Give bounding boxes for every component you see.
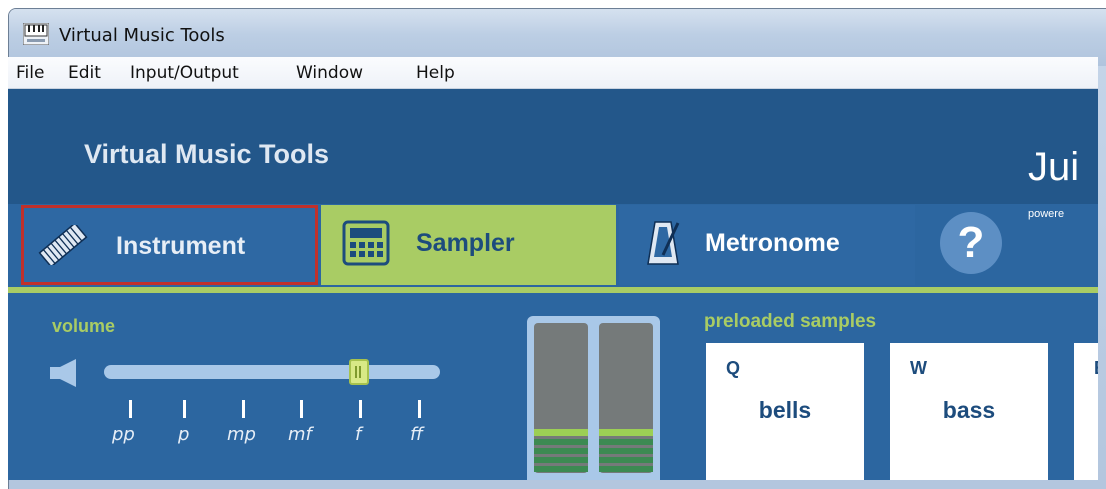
menu-window[interactable]: Window [296, 63, 363, 83]
dynamic-label-pp: pp [112, 424, 135, 445]
tab-underline [8, 287, 1098, 293]
tab-metronome[interactable]: Metronome [619, 205, 915, 285]
meter-segment [534, 466, 588, 472]
meter-segment [599, 466, 653, 472]
sample-pad-e[interactable]: E [1074, 343, 1098, 480]
menu-bar: File Edit Input/Output Window Help [8, 57, 1098, 89]
meter-peak [599, 429, 653, 436]
volume-tick [359, 400, 362, 418]
sample-key: E [1094, 358, 1098, 379]
help-icon: ? [957, 218, 985, 267]
brand-title: Virtual Music Tools [84, 139, 330, 169]
metronome-icon [647, 221, 680, 265]
menu-edit[interactable]: Edit [68, 63, 101, 83]
volume-tick [242, 400, 245, 418]
volume-slider-thumb[interactable] [349, 359, 369, 385]
tab-sampler[interactable]: Sampler [321, 205, 616, 285]
app-content: Virtual Music Tools Jui powere Instrumen… [8, 89, 1098, 480]
tab-instrument-label: Instrument [116, 232, 246, 260]
meter-segment [534, 457, 588, 463]
volume-tick [129, 400, 132, 418]
level-meters [527, 316, 660, 480]
dynamic-label-mp: mp [227, 424, 256, 445]
sample-pad-q[interactable]: Q bells [706, 343, 864, 480]
meter-segment [534, 448, 588, 454]
sample-key: Q [726, 358, 741, 378]
sample-name: bass [942, 397, 996, 423]
menu-input-output[interactable]: Input/Output [130, 63, 239, 83]
sampler-pad-icon [342, 220, 390, 266]
meter-peak [534, 429, 588, 436]
sample-name: bells [758, 397, 812, 423]
partner-tagline: powere [1028, 208, 1065, 220]
help-button[interactable]: ? [940, 212, 1002, 274]
volume-label: volume [52, 316, 116, 336]
sample-pad-w[interactable]: W bass [890, 343, 1048, 480]
meter-segment [599, 439, 653, 445]
speaker-icon[interactable] [50, 359, 86, 387]
sample-key: W [910, 358, 927, 378]
meter-segment [599, 448, 653, 454]
dynamic-label-f: f [355, 424, 362, 445]
tab-metronome-label: Metronome [705, 229, 840, 257]
menu-file[interactable]: File [16, 63, 44, 83]
menu-help[interactable]: Help [416, 63, 455, 83]
volume-tick [418, 400, 421, 418]
meter-right [599, 323, 653, 473]
partner-logo-text: Jui [1028, 145, 1080, 189]
volume-tick [183, 400, 186, 418]
meter-segment [534, 439, 588, 445]
meter-segment [599, 457, 653, 463]
tab-sampler-label: Sampler [416, 229, 515, 257]
meter-left [534, 323, 588, 473]
app-icon [23, 23, 49, 45]
keyboard-icon [38, 225, 88, 265]
dynamic-label-mf: mf [288, 424, 312, 445]
dynamic-label-ff: ff [410, 424, 423, 445]
dynamic-label-p: p [178, 424, 190, 445]
window-title: Virtual Music Tools [59, 25, 225, 46]
volume-tick [300, 400, 303, 418]
tab-instrument[interactable]: Instrument [21, 205, 318, 285]
volume-slider-track[interactable] [104, 365, 440, 379]
samples-heading: preloaded samples [704, 311, 877, 332]
